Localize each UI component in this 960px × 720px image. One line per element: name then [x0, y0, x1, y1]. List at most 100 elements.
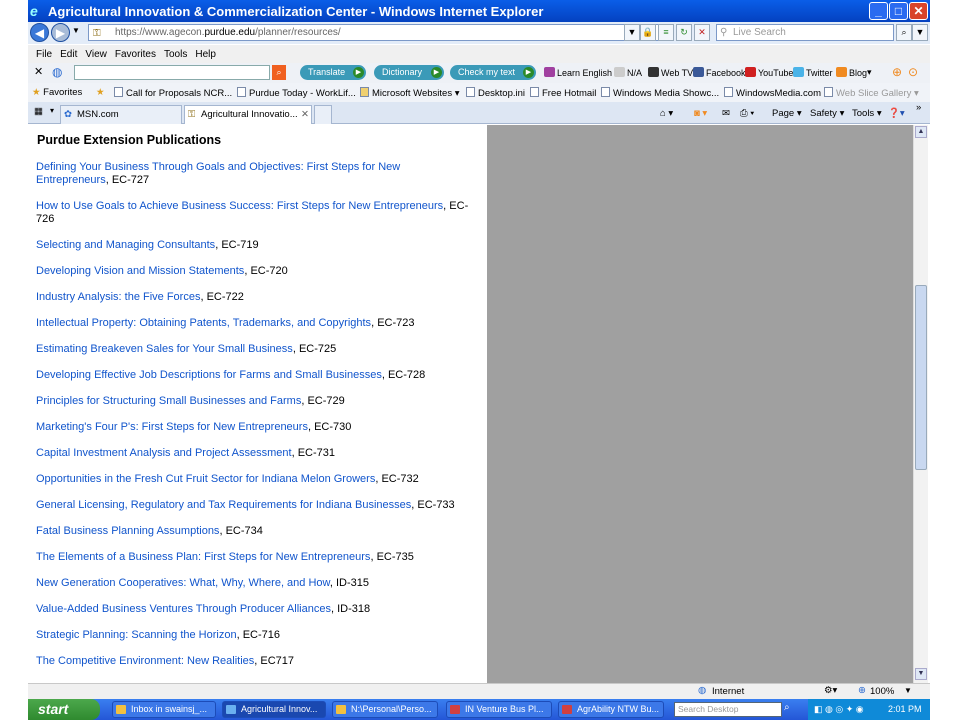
dictionary-button[interactable]: Dictionary ▶ [374, 65, 444, 80]
publication-link[interactable]: Defining Your Business Through Goals and… [36, 161, 400, 186]
twitter-link[interactable]: Twitter [793, 67, 833, 78]
fav-item-purdue-today[interactable]: Purdue Today - WorkLif... [237, 87, 356, 99]
toolbar-search-input[interactable] [74, 65, 270, 80]
read-mail-icon[interactable]: ✉ [722, 108, 730, 119]
fav-item-windows-media-showcase[interactable]: Windows Media Showc... [601, 87, 719, 99]
publication-link[interactable]: Developing Effective Job Descriptions fo… [36, 369, 382, 381]
publication-link[interactable]: The Elements of a Business Plan: First S… [36, 551, 370, 563]
learn-english-link[interactable]: Learn English [544, 67, 612, 78]
tools-menu[interactable]: Tools ▾ [852, 108, 882, 119]
task-inbox[interactable]: Inbox in swainsj_... [112, 701, 216, 718]
vertical-scrollbar[interactable]: ▲ ▼ [913, 125, 928, 683]
zoom-dropdown-icon[interactable]: ▼ [904, 686, 912, 695]
menu-view[interactable]: View [85, 49, 107, 60]
translate-button[interactable]: Translate ▶ [300, 65, 366, 80]
security-lock-icon[interactable]: 🔒 [640, 24, 656, 41]
publication-link[interactable]: Estimating Breakeven Sales for Your Smal… [36, 343, 293, 355]
toolbar-more-icon[interactable]: ▾ [867, 67, 872, 78]
stop-icon[interactable]: ✕ [694, 24, 710, 41]
new-tab-button[interactable] [314, 105, 332, 124]
toolbar-overflow-icon[interactable]: » [916, 102, 921, 113]
fav-item-windowsmedia-com[interactable]: WindowsMedia.com [724, 87, 821, 99]
publication-link[interactable]: Marketing's Four P's: First Steps for Ne… [36, 421, 308, 433]
close-tab-icon[interactable]: ✕ [301, 106, 309, 123]
scroll-thumb[interactable] [915, 285, 927, 470]
publication-link[interactable]: Opportunities in the Fresh Cut Fruit Sec… [36, 473, 375, 485]
zoom-level[interactable]: 100% [870, 686, 894, 697]
publication-link[interactable]: The Competitive Environment: New Realiti… [36, 655, 254, 667]
publication-link[interactable]: General Licensing, Regulatory and Tax Re… [36, 499, 411, 511]
close-button[interactable]: ✕ [909, 2, 928, 20]
publication-link[interactable]: Industry Analysis: the Five Forces [36, 291, 200, 303]
forward-button[interactable]: ▶ [51, 23, 70, 42]
add-icon[interactable]: ⊕ [892, 65, 902, 79]
address-dropdown-icon[interactable]: ▼ [624, 24, 640, 41]
maximize-button[interactable]: □ [889, 2, 908, 20]
help-icon[interactable]: ❓▾ [888, 108, 905, 119]
start-button[interactable]: start [28, 699, 100, 720]
feeds-icon[interactable]: ◙ ▾ [694, 108, 707, 119]
history-dropdown-icon[interactable]: ▼ [72, 26, 80, 35]
page-menu[interactable]: Page ▾ [772, 108, 802, 119]
desktop-search-input[interactable]: Search Desktop [674, 702, 782, 717]
tab-agricultural-innovation[interactable]: ⚿ Agricultural Innovatio... ✕ [184, 105, 312, 124]
task-folder[interactable]: N:\Personal\Perso... [332, 701, 438, 718]
web-tv-link[interactable]: Web TV [648, 67, 693, 78]
compatibility-icon[interactable]: ≡ [658, 24, 674, 41]
add-favorite-icon[interactable]: ★ [96, 87, 105, 98]
scroll-down-icon[interactable]: ▼ [915, 668, 927, 680]
publication-link[interactable]: Capital Investment Analysis and Project … [36, 447, 292, 459]
fav-item-call-for-proposals[interactable]: Call for Proposals NCR... [114, 87, 232, 99]
tab-msn[interactable]: ✿ MSN.com [60, 105, 182, 124]
fav-item-desktop-ini[interactable]: Desktop.ini [466, 87, 525, 99]
fav-item-microsoft-websites[interactable]: Microsoft Websites ▾ [360, 87, 460, 99]
desktop-search-icon[interactable]: ⌕ [784, 702, 790, 713]
task-agricultural[interactable]: Agricultural Innov... [222, 701, 326, 718]
refresh-icon[interactable]: ↻ [676, 24, 692, 41]
tray-icons[interactable]: ◧ ◍ ◎ ✦ ◉ [814, 704, 864, 714]
menu-tools[interactable]: Tools [164, 49, 187, 60]
menu-file[interactable]: File [36, 49, 52, 60]
task-venture-plan[interactable]: IN Venture Bus Pl... [446, 701, 552, 718]
blog-link[interactable]: Blog [836, 67, 867, 78]
publication-link[interactable]: Strategic Planning: Scanning the Horizon [36, 629, 237, 641]
facebook-link[interactable]: Facebook [693, 67, 746, 78]
quick-tabs-icon[interactable]: ▦ [34, 106, 43, 117]
fav-item-free-hotmail[interactable]: Free Hotmail [530, 87, 596, 99]
youtube-link[interactable]: YouTube [745, 67, 793, 78]
toolbar-search-orange-icon[interactable]: ⊙ [908, 65, 918, 79]
toolbar-search-icon[interactable]: ⌕ [272, 65, 286, 80]
publication-link[interactable]: Fatal Business Planning Assumptions [36, 525, 219, 537]
live-search-input[interactable]: ⚲ Live Search [716, 24, 894, 41]
scroll-up-icon[interactable]: ▲ [915, 126, 927, 138]
publication-link[interactable]: Developing Vision and Mission Statements [36, 265, 244, 277]
check-my-text-button[interactable]: Check my text ▶ [450, 65, 536, 80]
search-options-icon[interactable]: ▼ [912, 24, 928, 41]
search-go-icon[interactable]: ⌕ [896, 24, 912, 41]
back-button[interactable]: ◀ [30, 23, 49, 42]
publication-link[interactable]: Value-Added Business Ventures Through Pr… [36, 603, 331, 615]
na-link[interactable]: N/A [614, 67, 642, 78]
fav-item-web-slice-gallery[interactable]: Web Slice Gallery ▾ [824, 87, 919, 99]
task-agrability[interactable]: AgrAbility NTW Bu... [558, 701, 664, 718]
favorites-button[interactable]: ★ Favorites [32, 87, 82, 98]
url-suffix: /planner/resources/ [255, 27, 341, 38]
menu-help[interactable]: Help [195, 49, 216, 60]
globe-icon: ◍ [52, 65, 63, 79]
minimize-button[interactable]: _ [869, 2, 888, 20]
status-bar: ◍ Internet ⚙▾ ⊕ 100% ▼ [28, 683, 930, 699]
address-input[interactable]: ⚿ https://www.agecon.purdue.edu/planner/… [88, 24, 664, 41]
print-icon[interactable]: ⎙ ▾ [740, 108, 754, 119]
menu-favorites[interactable]: Favorites [115, 49, 156, 60]
publication-link[interactable]: New Generation Cooperatives: What, Why, … [36, 577, 330, 589]
tab-list-icon[interactable]: ▾ [50, 106, 54, 115]
publication-link[interactable]: How to Use Goals to Achieve Business Suc… [36, 200, 443, 212]
publication-link[interactable]: Selecting and Managing Consultants [36, 239, 215, 251]
safety-menu[interactable]: Safety ▾ [810, 108, 844, 119]
protected-mode-icon[interactable]: ⚙▾ [824, 685, 837, 696]
publication-link[interactable]: Intellectual Property: Obtaining Patents… [36, 317, 371, 329]
menu-edit[interactable]: Edit [60, 49, 77, 60]
publication-link[interactable]: Principles for Structuring Small Busines… [36, 395, 301, 407]
toolbar-close-icon[interactable]: ✕ [34, 65, 43, 78]
home-icon[interactable]: ⌂ ▾ [660, 108, 673, 119]
